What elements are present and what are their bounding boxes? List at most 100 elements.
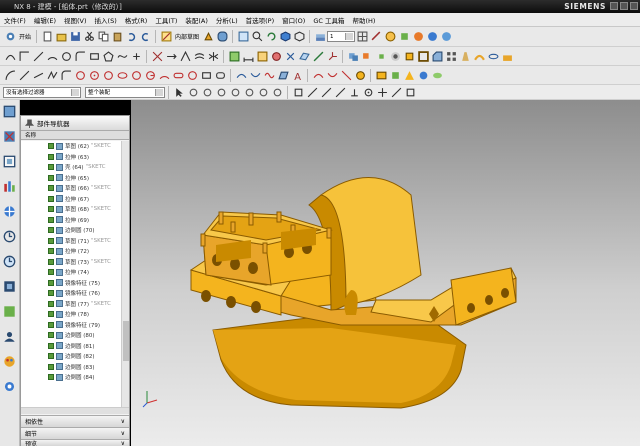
tree-row[interactable]: 边倒圆 (83) [21, 362, 121, 373]
sketch-icon[interactable] [161, 31, 172, 42]
visibility-checkbox[interactable] [48, 227, 54, 234]
section-preview[interactable]: 预览 ∨ [21, 439, 129, 446]
draft-icon[interactable] [460, 51, 471, 62]
visibility-checkbox[interactable] [48, 258, 54, 265]
circle-center-icon[interactable] [89, 70, 100, 81]
shell-icon[interactable] [417, 50, 429, 62]
snap-quadrant-icon[interactable] [377, 87, 388, 98]
visibility-checkbox[interactable] [48, 164, 54, 171]
fillet-curve-icon[interactable] [75, 51, 86, 62]
paste-icon[interactable] [112, 31, 123, 42]
datum-csys-icon[interactable] [327, 51, 338, 62]
snap-perp-icon[interactable] [349, 87, 360, 98]
scope-select[interactable]: 整个装配 [85, 86, 165, 98]
minimize-button[interactable] [610, 2, 618, 10]
hole-icon[interactable] [390, 51, 401, 62]
rounded-rect-icon[interactable] [215, 70, 226, 81]
scrollbar-thumb[interactable] [123, 321, 129, 361]
fillet-icon[interactable] [217, 31, 228, 42]
text-icon[interactable]: A [292, 70, 303, 81]
revolve-icon[interactable] [488, 51, 499, 62]
line-tool-icon[interactable] [33, 70, 44, 81]
visibility-checkbox[interactable] [48, 237, 54, 244]
block-icon[interactable] [376, 70, 387, 81]
pin-icon[interactable] [25, 118, 34, 128]
snap-center-icon[interactable] [363, 87, 374, 98]
visibility-checkbox[interactable] [48, 290, 54, 297]
menu-item[interactable]: 文件(F) [0, 15, 30, 25]
intersect-icon[interactable] [376, 51, 387, 62]
snap-icon[interactable] [188, 87, 199, 98]
visibility-checkbox[interactable] [48, 143, 54, 150]
ellipse-icon[interactable] [117, 70, 128, 81]
pattern-icon[interactable] [446, 51, 457, 62]
tree-row[interactable]: 镜像特征 (76) [21, 288, 121, 299]
wireframe-view-icon[interactable] [294, 31, 305, 42]
tree-row[interactable]: 拉伸 (72) [21, 246, 121, 257]
section-details[interactable]: 细节 ∨ [21, 427, 129, 439]
cone-icon[interactable] [404, 70, 415, 81]
snap-icon[interactable] [258, 87, 269, 98]
menu-item[interactable]: 工具(T) [151, 15, 181, 25]
rect-curve-icon[interactable] [201, 70, 212, 81]
gear-icon[interactable] [5, 31, 16, 42]
section-dependencies[interactable]: 相依性 ∨ [21, 415, 129, 427]
boat-model[interactable] [131, 100, 640, 446]
undo-icon[interactable] [126, 31, 137, 42]
visibility-checkbox[interactable] [48, 248, 54, 255]
tree-row[interactable]: 拉伸 (74) [21, 267, 121, 278]
new-file-icon[interactable] [42, 31, 53, 42]
circle-outline-icon[interactable] [187, 70, 198, 81]
snap-icon[interactable] [216, 87, 227, 98]
snap-icon[interactable] [244, 87, 255, 98]
menu-item[interactable]: 插入(S) [91, 15, 121, 25]
slot-icon[interactable] [173, 70, 184, 81]
visibility-checkbox[interactable] [48, 342, 54, 349]
layer-icon[interactable] [315, 31, 326, 42]
visibility-checkbox[interactable] [48, 174, 54, 181]
zoom-icon[interactable] [252, 31, 263, 42]
circle-red-icon[interactable] [75, 70, 86, 81]
extrude-icon[interactable] [203, 31, 214, 42]
constraint-navigator-icon[interactable] [3, 130, 16, 143]
analysis-icon[interactable] [385, 31, 396, 42]
part-navigator-icon[interactable] [3, 155, 16, 168]
tree-row[interactable]: 草图 (68) "SKETC [21, 204, 121, 215]
tree-row[interactable]: 拉伸 (69) [21, 215, 121, 226]
assembly-navigator-icon[interactable] [3, 105, 16, 118]
snap-icon[interactable] [230, 87, 241, 98]
tree-row[interactable]: 镜像特征 (79) [21, 320, 121, 331]
snap-tangent-icon[interactable] [391, 87, 402, 98]
menu-item[interactable]: 窗口(O) [278, 15, 309, 25]
roles-icon[interactable] [3, 330, 16, 343]
visibility-checkbox[interactable] [48, 206, 54, 213]
visibility-checkbox[interactable] [48, 363, 54, 370]
corner-arc-icon[interactable] [61, 70, 72, 81]
visibility-checkbox[interactable] [48, 153, 54, 160]
palette-icon[interactable] [413, 31, 424, 42]
torus-icon[interactable] [432, 70, 443, 81]
menu-item[interactable]: 编辑(E) [30, 15, 60, 25]
sweep-icon[interactable] [473, 51, 485, 62]
cylinder-icon[interactable] [390, 70, 401, 81]
measure-icon[interactable] [371, 31, 382, 42]
visibility-checkbox[interactable] [48, 269, 54, 276]
circle-tangent-icon[interactable] [131, 70, 142, 81]
visibility-checkbox[interactable] [48, 321, 54, 328]
type-filter-select[interactable]: 没有选择过滤器 [3, 86, 81, 98]
curve-edit-icon[interactable] [313, 70, 324, 81]
tree-row[interactable]: 拉伸 (63) [21, 152, 121, 163]
cut-icon[interactable] [84, 31, 95, 42]
maximize-button[interactable] [620, 2, 628, 10]
tube-icon[interactable] [418, 70, 429, 81]
tree-horizontal-scrollbar[interactable] [21, 407, 129, 414]
tree-row[interactable]: 草图 (71) "SKETC [21, 236, 121, 247]
tree-row[interactable]: 边倒圆 (80) [21, 330, 121, 341]
corner-icon[interactable] [180, 50, 191, 62]
fit-view-icon[interactable] [238, 31, 249, 42]
sketch-curve-icon[interactable] [5, 51, 16, 62]
polygon-icon[interactable] [102, 50, 114, 62]
point-icon[interactable] [131, 51, 142, 62]
settings-icon[interactable] [3, 380, 16, 393]
save-icon[interactable] [70, 31, 81, 42]
